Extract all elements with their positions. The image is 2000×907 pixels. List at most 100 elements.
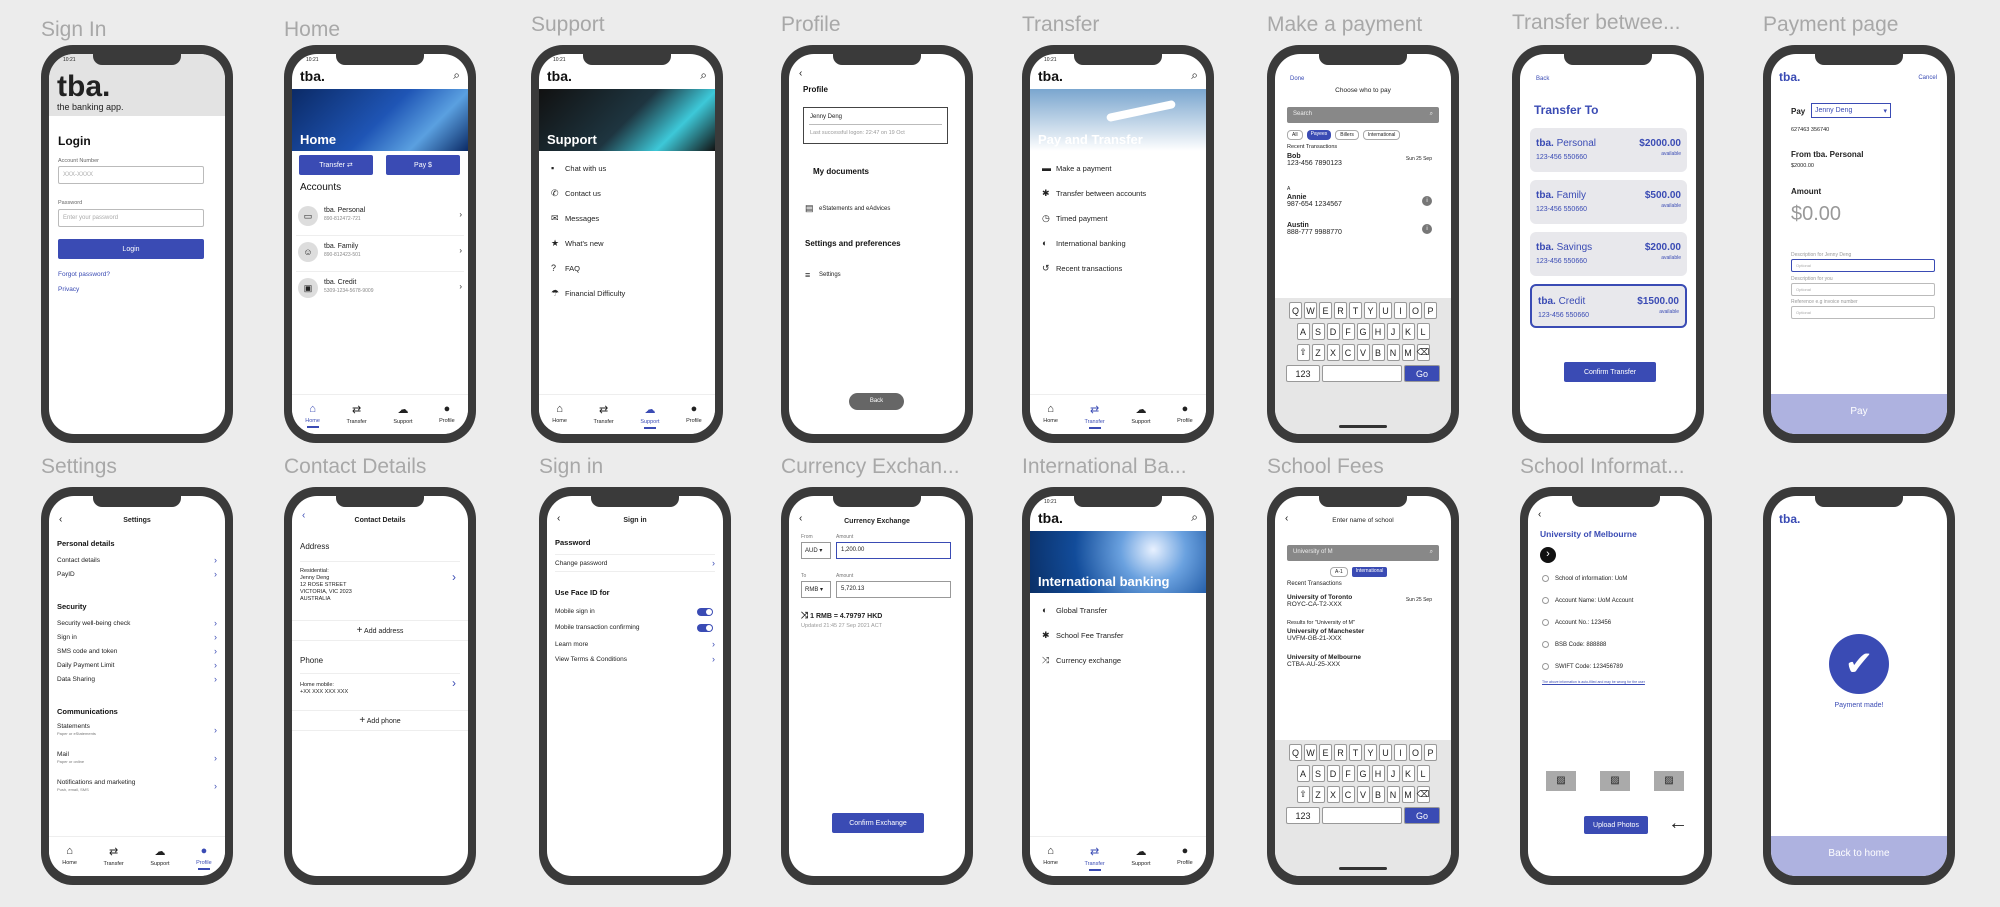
tab-transfer[interactable]: ⇄ Transfer <box>346 403 366 425</box>
phone-row[interactable]: Home mobile: +XX XXX XXX XXX › <box>300 673 460 703</box>
tab-profile[interactable]: ● Profile <box>686 403 702 424</box>
settings-item[interactable]: ≡ Settings <box>805 270 841 280</box>
school-search-input[interactable]: University of M ⌕ <box>1287 545 1439 561</box>
menu-chat[interactable]: ▪ Chat with us <box>551 163 606 173</box>
menu-whats-new[interactable]: ★ What's new <box>551 238 604 249</box>
back-button[interactable]: Back <box>849 393 904 410</box>
search-icon[interactable]: ⌕ <box>1191 68 1198 83</box>
back-icon[interactable]: ‹ <box>799 68 802 79</box>
tab-transfer[interactable]: ⇄ Transfer <box>103 845 123 867</box>
contact-details-row[interactable]: Contact details › <box>57 555 217 565</box>
estatements-item[interactable]: ▤ eStatements and eAdvices <box>805 203 890 214</box>
payee-select[interactable]: Jenny Deng ▾ <box>1811 103 1891 118</box>
payid-row[interactable]: PayID › <box>57 569 217 579</box>
security-row[interactable]: Daily Payment Limit › <box>57 660 217 670</box>
tab-transfer[interactable]: ⇄ Transfer <box>1084 403 1104 429</box>
account-item[interactable]: ☺ tba. Family 890-812423-501 › <box>296 238 464 272</box>
statements-row[interactable]: Statements Paper or eStatements › <box>57 723 217 737</box>
menu-financial-difficulty[interactable]: ☂ Financial Difficulty <box>551 288 625 299</box>
search-icon[interactable]: ⌕ <box>453 68 460 83</box>
security-row[interactable]: Security well-being check › <box>57 618 217 628</box>
menu-currency-exchange[interactable]: ⤨ Currency exchange <box>1042 655 1121 666</box>
photo-thumb[interactable]: ▨ <box>1600 771 1630 791</box>
menu-global-transfer[interactable]: ◐ Global Transfer <box>1042 605 1107 615</box>
security-row[interactable]: Sign in › <box>57 632 217 642</box>
search-input[interactable]: Search ⌕ <box>1287 107 1439 123</box>
account-card-savings[interactable]: tba. Savings 123-456 550660 $200.00 availab… <box>1530 232 1687 276</box>
payee-annie[interactable]: Annie 987-654 1234567 i <box>1287 194 1432 208</box>
filter-payees[interactable]: Payees <box>1306 130 1332 140</box>
transfer-button[interactable]: Transfer ⇄ <box>299 155 373 175</box>
back-link[interactable]: Back <box>1536 76 1549 82</box>
mail-row[interactable]: Mail Paper or online › <box>57 751 217 765</box>
forgot-password-link[interactable]: Forgot password? <box>58 271 110 278</box>
menu-international[interactable]: ◐ International banking <box>1042 238 1126 248</box>
account-card-personal[interactable]: tba. Personal 123-456 550660 $2000.00 avail… <box>1530 128 1687 172</box>
school-result[interactable]: University of Manchester UVFM-GB-21-XXX <box>1287 628 1364 642</box>
menu-make-payment[interactable]: ▬ Make a payment <box>1042 163 1111 173</box>
pay-button[interactable]: Pay $ <box>386 155 460 175</box>
privacy-link[interactable]: Privacy <box>58 286 79 293</box>
to-amount-input[interactable]: 5,720.13 <box>836 581 951 598</box>
filter-all[interactable]: All <box>1287 130 1303 140</box>
tab-profile[interactable]: ● Profile <box>1177 845 1193 866</box>
filter-billers[interactable]: Billers <box>1335 130 1359 140</box>
password-input[interactable]: Enter your password <box>58 209 204 227</box>
menu-contact[interactable]: ✆ Contact us <box>551 188 601 199</box>
tab-profile[interactable]: ● Profile <box>196 845 212 870</box>
info-item[interactable]: Account Name: UoM Account <box>1542 597 1633 604</box>
keyboard[interactable]: QWERTYUIOP ASDFGHJKL ⇧ Z X C V B N M ⌫ 123 Go <box>1275 740 1451 876</box>
tab-profile[interactable]: ● Profile <box>439 403 455 424</box>
tab-home[interactable]: ⌂ Home <box>1043 845 1058 866</box>
info-item[interactable]: Account No.: 123456 <box>1542 619 1611 626</box>
security-row[interactable]: Data Sharing › <box>57 674 217 684</box>
notifications-row[interactable]: Notifications and marketing Push, email, … <box>57 779 217 793</box>
tab-home[interactable]: ⌂ Home <box>1043 403 1058 424</box>
upload-photos-button[interactable]: Upload Photos <box>1584 816 1648 834</box>
menu-transfer-between[interactable]: ✱ Transfer between accounts <box>1042 188 1146 199</box>
search-icon[interactable]: ⌕ <box>700 68 707 83</box>
filter-a1[interactable]: A-1 <box>1330 567 1348 577</box>
tab-transfer[interactable]: ⇄ Transfer <box>593 403 613 425</box>
account-card-family[interactable]: tba. Family 123-456 550660 $500.00 availabl… <box>1530 180 1687 224</box>
search-icon[interactable]: ⌕ <box>1191 510 1198 525</box>
terms-row[interactable]: View Terms & Conditions › <box>555 654 715 664</box>
payee-austin[interactable]: Austin 888-777 9988770 i <box>1287 222 1432 236</box>
desc1-input[interactable]: Optional <box>1791 259 1935 272</box>
tab-support[interactable]: ☁ Support <box>150 845 169 867</box>
change-password-row[interactable]: Change password › <box>555 554 715 572</box>
menu-faq[interactable]: ? FAQ <box>551 263 580 273</box>
back-to-home-button[interactable]: Back to home <box>1771 836 1947 876</box>
payee-bob[interactable]: Bob 123-456 7890123 Sun 25 Sep <box>1287 153 1432 167</box>
account-number-input[interactable]: XXX-XXXX <box>58 166 204 184</box>
from-amount-input[interactable]: 1,200.00 <box>836 542 951 559</box>
from-currency-select[interactable]: AUD ▾ <box>801 542 831 559</box>
add-address-button[interactable]: + Add address <box>292 620 468 641</box>
tab-home[interactable]: ⌂ Home <box>305 403 320 428</box>
tab-home[interactable]: ⌂ Home <box>62 845 77 866</box>
photo-thumb[interactable]: ▨ <box>1546 771 1576 791</box>
tab-support[interactable]: ☁ Support <box>640 403 659 429</box>
mobile-confirm-toggle[interactable] <box>697 624 713 632</box>
menu-school-fee-transfer[interactable]: ✱ School Fee Transfer <box>1042 630 1124 641</box>
filter-international[interactable]: International <box>1362 130 1401 140</box>
next-icon[interactable]: › <box>1540 547 1556 563</box>
info-item[interactable]: SWIFT Code: 123456789 <box>1542 663 1623 670</box>
desc2-input[interactable]: Optional <box>1791 283 1935 296</box>
mobile-signin-toggle[interactable] <box>697 608 713 616</box>
school-result[interactable]: University of Melbourne CTBA-AU-25-XXX <box>1287 654 1361 668</box>
account-item[interactable]: ▣ tba. Credit 5309-1234-5678-9009 › <box>296 274 464 308</box>
tab-profile[interactable]: ● Profile <box>1177 403 1193 424</box>
keyboard[interactable]: QWERTYUIOP ASDFGHJKL ⇧ Z X C V B N M ⌫ 123 Go <box>1275 298 1451 434</box>
menu-messages[interactable]: ✉ Messages <box>551 213 599 224</box>
tab-transfer[interactable]: ⇄ Transfer <box>1084 845 1104 871</box>
pay-button[interactable]: Pay <box>1771 394 1947 434</box>
address-row[interactable]: Residential: Jenny Deng 12 ROSE STREET VICT… <box>300 561 460 613</box>
login-button[interactable]: Login <box>58 239 204 259</box>
account-card-credit[interactable]: tba. Credit 123-456 550660 $1500.00 availab… <box>1530 284 1687 328</box>
done-link[interactable]: Done <box>1290 76 1304 82</box>
filter-international[interactable]: International <box>1351 567 1388 577</box>
tab-support[interactable]: ☁ Support <box>393 403 412 425</box>
cancel-link[interactable]: Cancel <box>1918 75 1937 81</box>
back-icon[interactable]: ‹ <box>1538 509 1541 520</box>
